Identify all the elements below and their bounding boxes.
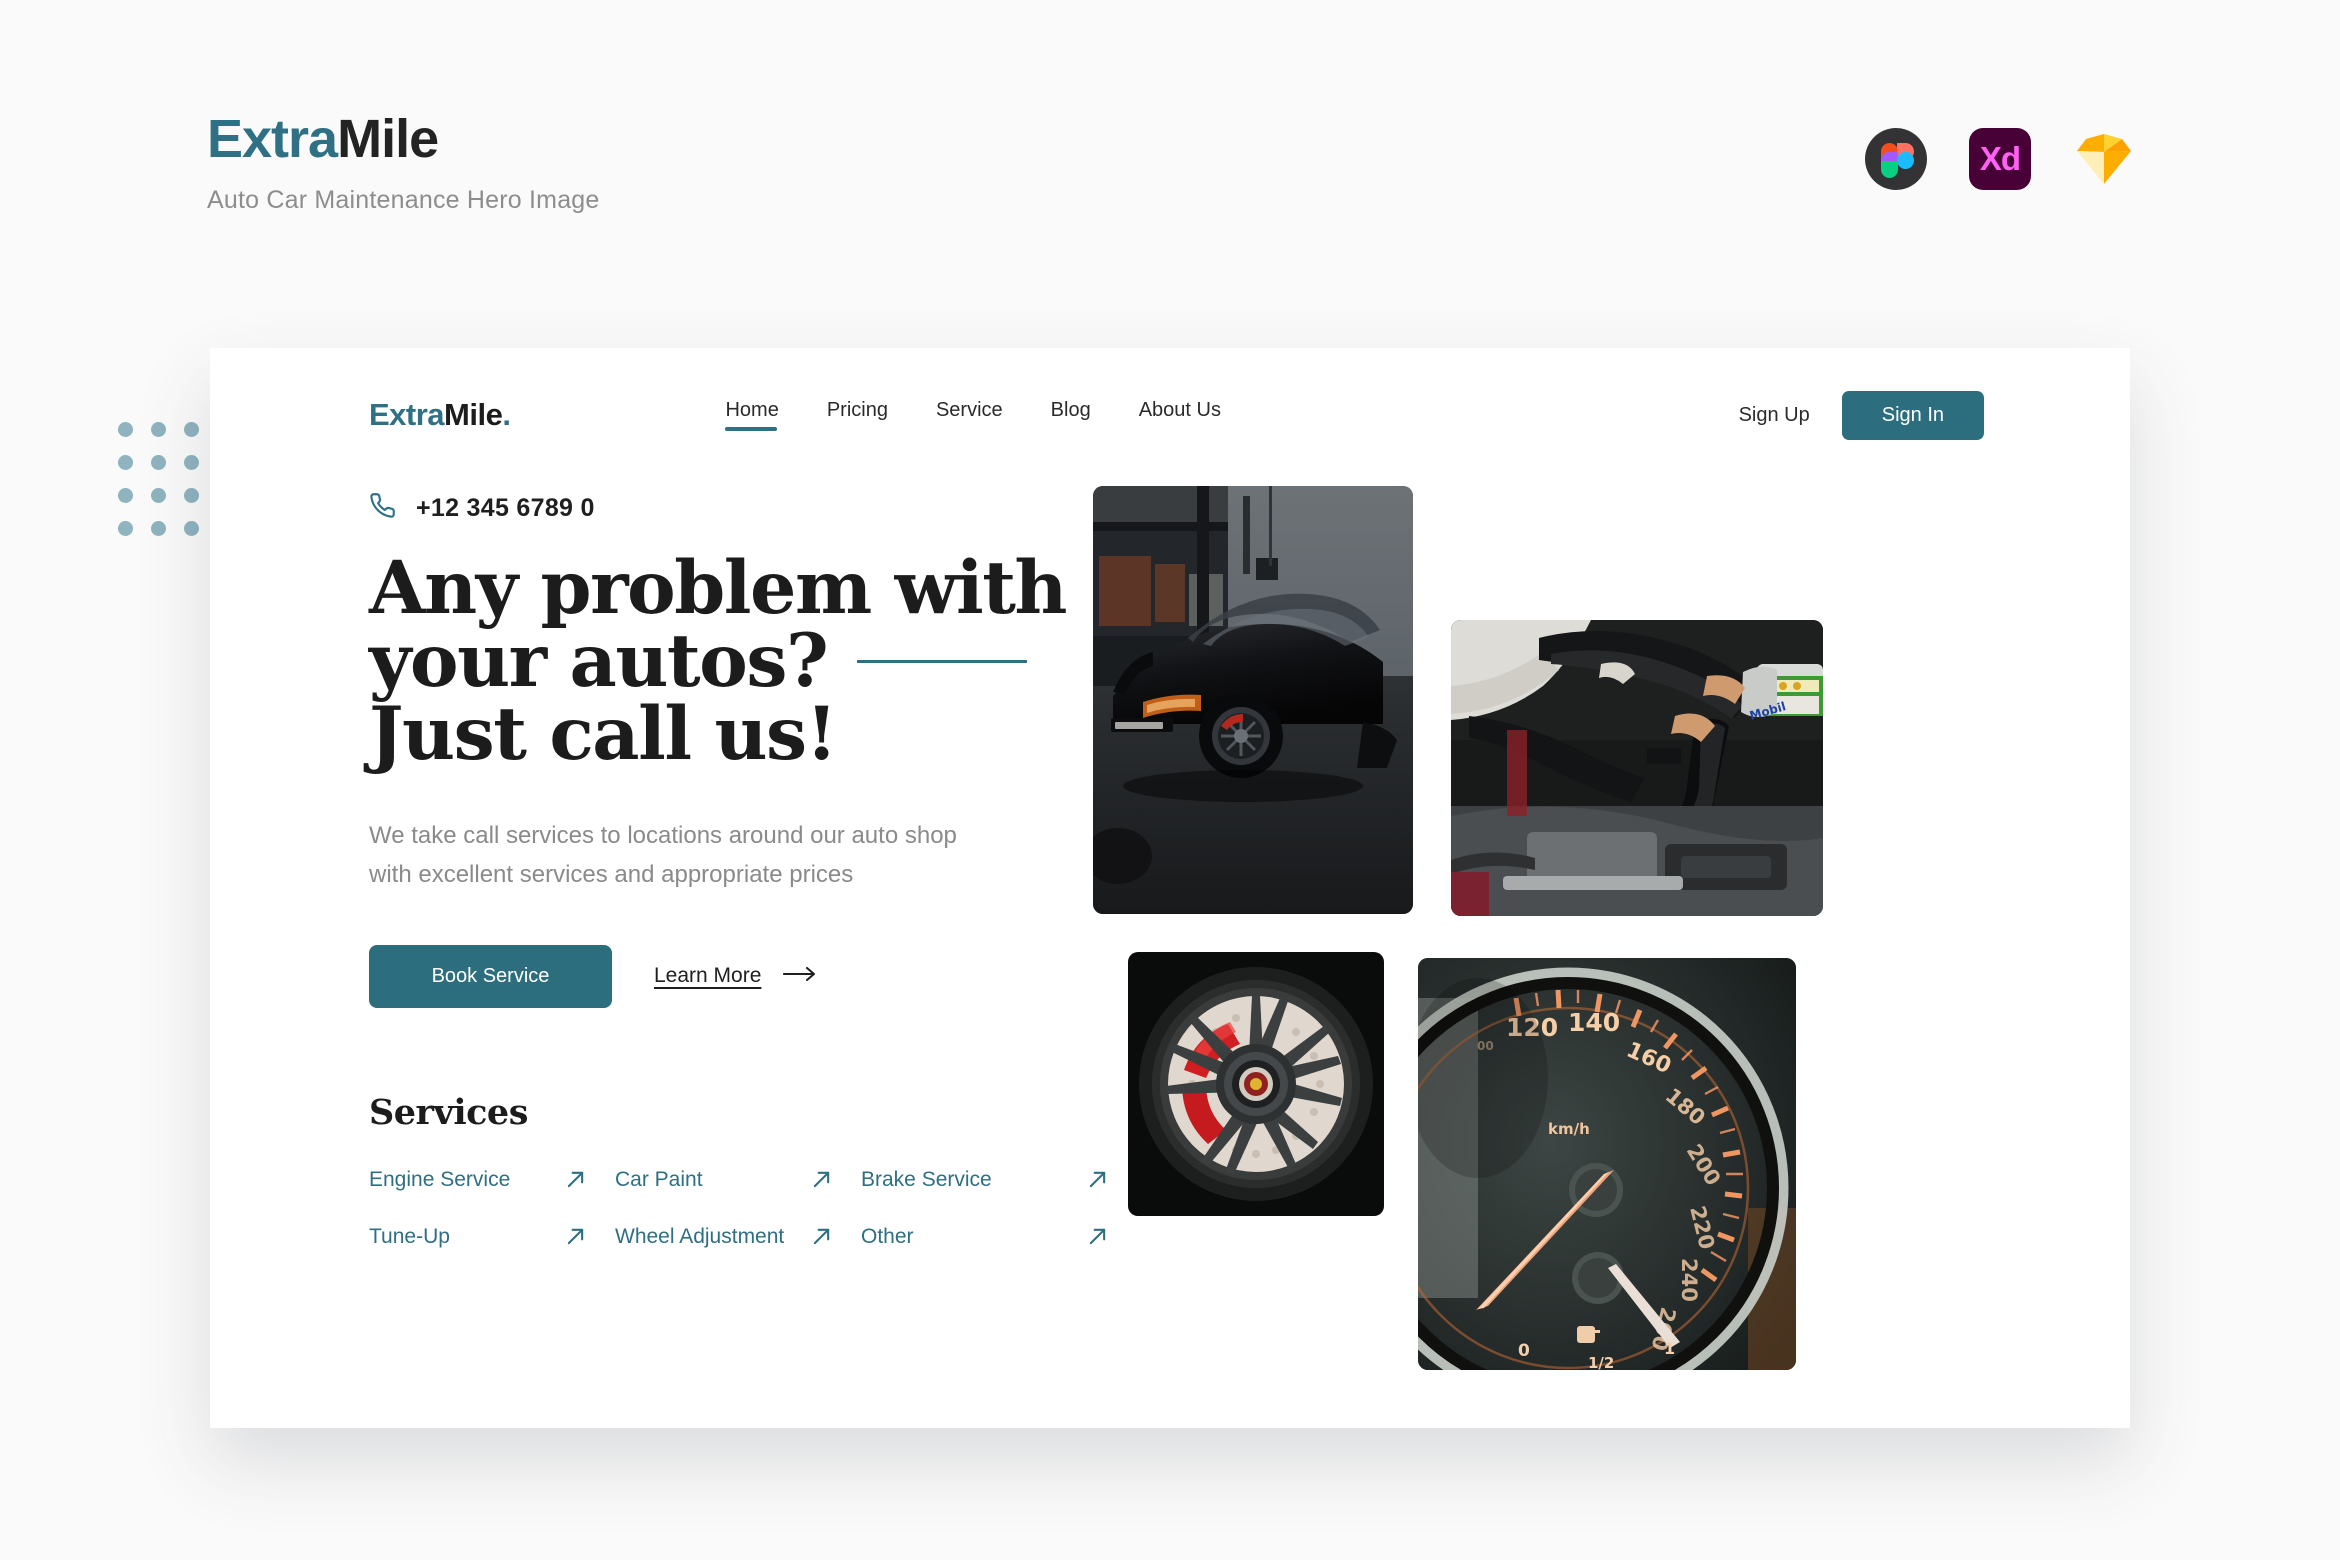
svg-text:1/2: 1/2 <box>1588 1354 1614 1370</box>
page-title: ExtraMile <box>207 112 600 166</box>
service-link-wheel-adjustment[interactable]: Wheel Adjustment <box>615 1225 861 1249</box>
hero-headline-line-1: Any problem with <box>369 545 1067 631</box>
page-title-second: Mile <box>337 109 439 169</box>
photo-sports-car-in-garage <box>1093 486 1413 914</box>
navbar-logo[interactable]: ExtraMile. <box>369 397 511 433</box>
hero-headline-line-2-row: your autos? <box>369 625 1129 698</box>
service-label: Car Paint <box>615 1167 703 1191</box>
service-label: Other <box>861 1224 914 1248</box>
nav-item-about-us[interactable]: About Us <box>1139 399 1221 431</box>
navbar: ExtraMile. Home Pricing Service Blog Abo… <box>369 380 1984 450</box>
service-label: Wheel Adjustment <box>615 1224 785 1248</box>
navbar-auth-group: Sign Up Sign In <box>1739 390 1984 440</box>
navbar-logo-dot: . <box>502 397 511 432</box>
services-heading: Services <box>369 1091 528 1133</box>
learn-more-link[interactable]: Learn More <box>654 964 817 988</box>
tool-icons-group: Xd <box>1865 128 2135 190</box>
service-label: Tune-Up <box>369 1224 450 1248</box>
navbar-logo-first: Extra <box>369 397 445 432</box>
hero-headline-line-2: your autos? <box>369 618 829 704</box>
arrow-up-right-icon <box>812 1227 861 1246</box>
svg-text:1: 1 <box>1664 1339 1675 1358</box>
svg-text:0: 0 <box>1518 1341 1530 1361</box>
photo-mechanic-pouring-oil: Mobil <box>1451 620 1823 916</box>
service-link-tune-up[interactable]: Tune-Up <box>369 1225 615 1249</box>
phone-row[interactable]: +12 345 6789 0 <box>369 492 1129 524</box>
service-link-engine-service[interactable]: Engine Service <box>369 1168 615 1192</box>
navbar-logo-second: Mile <box>444 397 503 432</box>
figma-icon <box>1865 128 1927 190</box>
hero-left-column: +12 345 6789 0 Any problem with your aut… <box>369 492 1129 1249</box>
nav-item-home[interactable]: Home <box>725 399 779 431</box>
nav-item-pricing[interactable]: Pricing <box>827 399 888 431</box>
page-title-first: Extra <box>207 109 338 169</box>
page-subtitle: Auto Car Maintenance Hero Image <box>207 186 600 214</box>
book-service-button[interactable]: Book Service <box>369 944 612 1008</box>
svg-text:140: 140 <box>1568 1008 1620 1037</box>
sign-up-link[interactable]: Sign Up <box>1739 404 1810 427</box>
adobe-xd-icon: Xd <box>1969 128 2031 190</box>
headline-accent-rule <box>857 660 1028 663</box>
photo-alloy-wheel-brake <box>1128 952 1384 1216</box>
svg-text:km/h: km/h <box>1548 1120 1590 1138</box>
page-header: ExtraMile Auto Car Maintenance Hero Imag… <box>207 112 600 215</box>
hero-body-text: We take call services to locations aroun… <box>369 822 957 888</box>
sign-in-button[interactable]: Sign In <box>1841 390 1984 440</box>
hero-image-collage: Mobil 00 120 140 160 180 200 220 240 km/… <box>1093 486 1973 1376</box>
hero-headline: Any problem with your autos? Just call u… <box>369 552 1129 771</box>
svg-text:240: 240 <box>1677 1258 1701 1302</box>
arrow-up-right-icon <box>566 1227 615 1246</box>
hero-cta-row: Book Service Learn More <box>369 944 1129 1008</box>
service-link-other[interactable]: Other <box>861 1225 1107 1249</box>
arrow-up-right-icon <box>812 1170 861 1189</box>
navbar-links: Home Pricing Service Blog About Us <box>725 399 1221 431</box>
arrow-right-icon <box>783 964 817 988</box>
photo-speedometer: 00 120 140 160 180 200 220 240 260 km/h <box>1418 958 1796 1370</box>
service-label: Brake Service <box>861 1167 992 1191</box>
services-grid: Engine Service Car Paint Brake Service T… <box>369 1168 1129 1249</box>
learn-more-label: Learn More <box>654 964 762 988</box>
nav-item-blog[interactable]: Blog <box>1051 399 1091 431</box>
service-label: Engine Service <box>369 1167 511 1191</box>
nav-item-service[interactable]: Service <box>936 399 1003 431</box>
hero-headline-line-3: Just call us! <box>369 691 838 777</box>
sketch-icon <box>2073 128 2135 190</box>
phone-number: +12 345 6789 0 <box>416 493 595 522</box>
arrow-up-right-icon <box>566 1170 615 1189</box>
service-link-car-paint[interactable]: Car Paint <box>615 1168 861 1192</box>
phone-icon <box>369 492 396 524</box>
service-link-brake-service[interactable]: Brake Service <box>861 1168 1107 1192</box>
website-mock-card: ExtraMile. Home Pricing Service Blog Abo… <box>210 348 2130 1428</box>
